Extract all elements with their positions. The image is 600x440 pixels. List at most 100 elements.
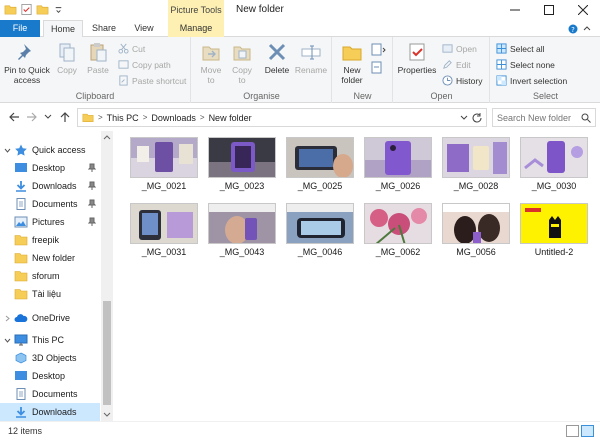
refresh-icon[interactable] (471, 112, 483, 124)
properties-button[interactable]: Properties (396, 41, 438, 75)
file-item[interactable]: _MG_0062 (362, 197, 434, 260)
paste-shortcut-button[interactable]: Paste shortcut (118, 75, 186, 86)
details-view-button[interactable] (566, 425, 579, 437)
file-item[interactable]: _MG_0023 (206, 131, 278, 194)
tab-home[interactable]: Home (43, 20, 83, 38)
delete-button[interactable]: Delete (262, 41, 292, 75)
nav-item-pc-documents[interactable]: Documents (0, 385, 100, 403)
pin-icon (88, 199, 96, 208)
expanded-chevron-icon[interactable] (4, 147, 11, 154)
search-input[interactable] (497, 112, 581, 123)
svg-text:?: ? (571, 26, 575, 34)
minimize-button[interactable] (498, 0, 532, 20)
search-box[interactable] (492, 108, 596, 127)
copy-button[interactable]: Copy (54, 41, 80, 75)
rename-button[interactable]: Rename (294, 41, 328, 75)
address-dropdown-icon[interactable] (460, 114, 468, 122)
easy-access-icon[interactable] (371, 61, 387, 75)
back-arrow-icon[interactable] (8, 111, 20, 123)
nav-scrollbar-thumb[interactable] (103, 301, 111, 405)
properties-icon[interactable] (20, 3, 33, 16)
paste-button[interactable]: Paste (84, 41, 112, 75)
scroll-up-icon[interactable] (103, 134, 111, 140)
file-item[interactable]: _MG_0031 (128, 197, 200, 260)
breadcrumb-downloads[interactable]: Downloads (151, 113, 196, 123)
tab-file[interactable]: File (0, 20, 40, 37)
quick-access-toolbar (4, 3, 65, 16)
address-row: > This PC > Downloads > New folder (0, 103, 600, 131)
pin-quick-access-button[interactable]: Pin to Quick access (2, 41, 52, 85)
nav-this-pc[interactable]: This PC (0, 331, 100, 349)
nav-item-freepik[interactable]: freepik (0, 231, 100, 249)
nav-item-tai-lieu[interactable]: Tài liệu (0, 285, 100, 303)
recent-locations-icon[interactable] (44, 113, 52, 121)
tab-view[interactable]: View (126, 20, 162, 37)
organise-group-label: Organise (243, 91, 280, 101)
file-item[interactable]: _MG_0026 (362, 131, 434, 194)
nav-item-pc-desktop[interactable]: Desktop (0, 367, 100, 385)
folder-icon[interactable] (4, 3, 17, 16)
collapse-ribbon-icon[interactable] (582, 24, 592, 34)
file-item[interactable]: _MG_0046 (284, 197, 356, 260)
tab-manage[interactable]: Manage (168, 20, 224, 37)
minimize-icon (510, 9, 520, 11)
move-to-button[interactable]: Move to (196, 41, 226, 85)
nav-onedrive[interactable]: OneDrive (0, 309, 100, 327)
scroll-down-icon[interactable] (103, 412, 111, 418)
breadcrumb-new-folder[interactable]: New folder (209, 113, 252, 123)
copy-path-button[interactable]: Copy path (118, 59, 171, 70)
nav-scrollbar[interactable] (101, 131, 113, 421)
paste-shortcut-icon (119, 75, 128, 86)
expanded-chevron-icon[interactable] (4, 337, 11, 344)
large-icons-view-button[interactable] (581, 425, 594, 437)
nav-quick-access[interactable]: Quick access (0, 141, 100, 159)
nav-item-3d-objects[interactable]: 3D Objects (0, 349, 100, 367)
desktop-icon (15, 371, 27, 380)
nav-item-new-folder[interactable]: New folder (0, 249, 100, 267)
maximize-button[interactable] (532, 0, 566, 20)
breadcrumb-separator: > (98, 113, 103, 122)
file-thumbnail (130, 137, 198, 178)
up-arrow-icon[interactable] (59, 111, 71, 123)
nav-item-pictures[interactable]: Pictures (0, 213, 100, 231)
file-item[interactable]: MG_0056 (440, 197, 512, 260)
help-icon[interactable]: ? (568, 24, 578, 34)
paste-icon (90, 43, 107, 62)
nav-item-documents[interactable]: Documents (0, 195, 100, 213)
breadcrumb-separator: > (199, 113, 205, 122)
customize-toolbar-icon[interactable] (52, 3, 65, 16)
select-all-button[interactable]: Select all (496, 43, 545, 54)
breadcrumb-this-pc[interactable]: This PC (107, 113, 139, 123)
context-tab-title: Picture Tools (168, 0, 224, 20)
select-all-icon (496, 43, 507, 54)
invert-selection-button[interactable]: Invert selection (496, 75, 567, 86)
collapsed-chevron-icon[interactable] (4, 315, 11, 322)
file-item[interactable]: Untitled-2 (518, 197, 590, 260)
tab-share[interactable]: Share (86, 20, 122, 37)
open-button[interactable]: Open (442, 43, 477, 54)
history-button[interactable]: History (442, 75, 482, 86)
address-bar[interactable]: > This PC > Downloads > New folder (77, 108, 487, 127)
new-folder-button[interactable]: New folder (337, 41, 367, 85)
status-bar: 12 items (0, 421, 600, 440)
cut-button[interactable]: Cut (118, 43, 145, 54)
new-item-icon[interactable] (371, 43, 387, 57)
file-item[interactable]: _MG_0030 (518, 131, 590, 194)
forward-arrow-icon[interactable] (26, 111, 38, 123)
file-thumbnail (208, 137, 276, 178)
file-item[interactable]: _MG_0043 (206, 197, 278, 260)
new-folder-icon (342, 46, 362, 61)
nav-item-desktop[interactable]: Desktop (0, 159, 100, 177)
close-button[interactable] (566, 0, 600, 20)
file-item[interactable]: _MG_0028 (440, 131, 512, 194)
copy-to-button[interactable]: Copy to (228, 41, 256, 85)
file-item[interactable]: _MG_0025 (284, 131, 356, 194)
nav-item-sforum[interactable]: sforum (0, 267, 100, 285)
clipboard-group-label: Clipboard (75, 91, 115, 101)
edit-button[interactable]: Edit (442, 59, 471, 70)
select-none-button[interactable]: Select none (496, 59, 555, 70)
new-folder-icon[interactable] (36, 3, 49, 16)
file-item[interactable]: _MG_0021 (128, 131, 200, 194)
nav-item-downloads[interactable]: Downloads (0, 177, 100, 195)
nav-item-pc-downloads[interactable]: Downloads (0, 403, 100, 421)
